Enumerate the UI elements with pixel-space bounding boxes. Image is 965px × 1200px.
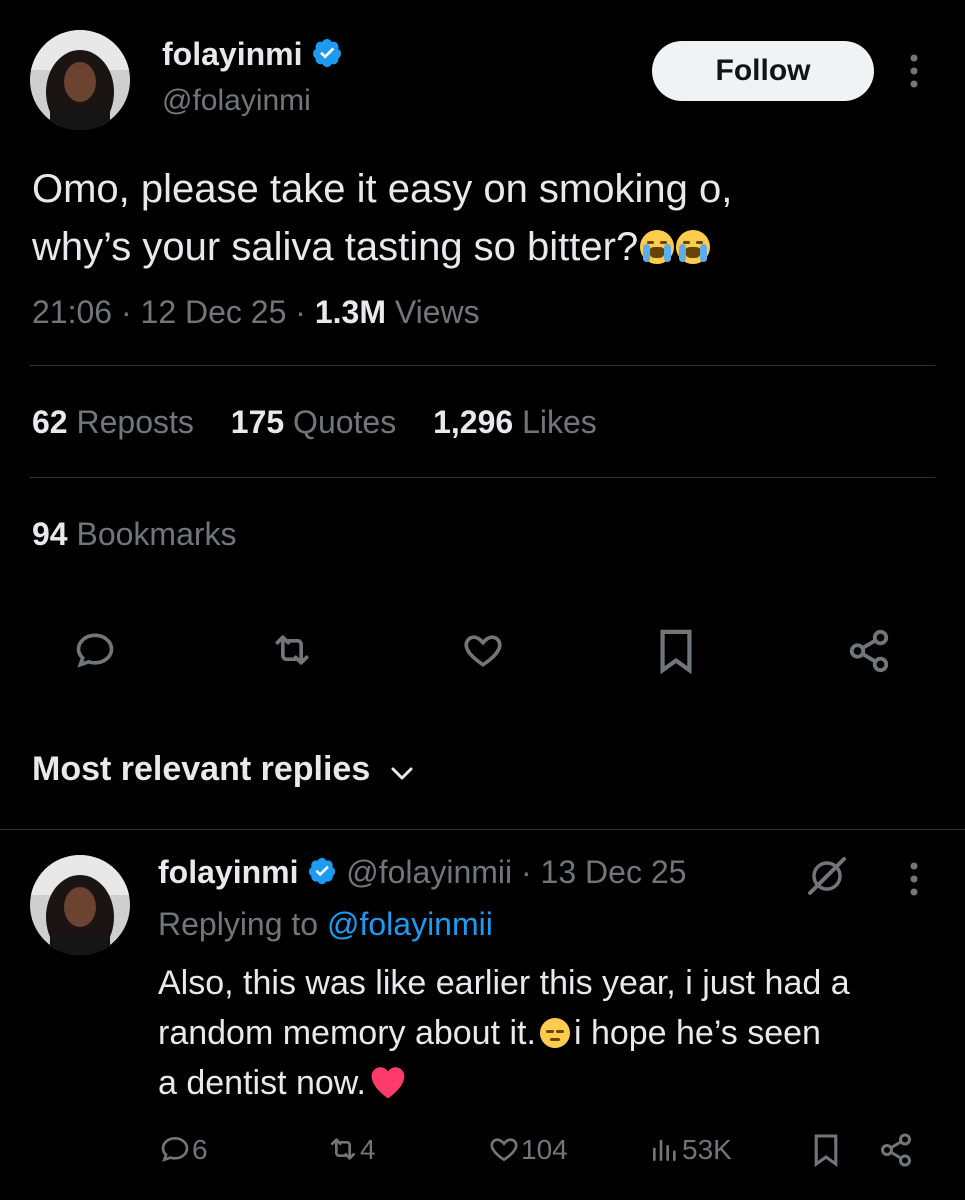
reply-author-avatar[interactable] (30, 855, 130, 955)
reply-text: Also, this was like earlier this year, i… (158, 958, 850, 1114)
bookmarks-label: Bookmarks (76, 516, 237, 552)
reply-author-name[interactable]: folayinmi (158, 854, 298, 890)
views-icon (648, 1133, 682, 1172)
reply-text-line: i hope he’s seen (573, 1014, 821, 1052)
likes-count: 1,296 (433, 404, 514, 440)
reply-text-line: Also, this was like earlier this year, i… (158, 964, 850, 1002)
like-icon (487, 1133, 521, 1172)
tweet-meta: 21:06 · 12 Dec 25 · 1.3M Views (32, 294, 480, 330)
tweet-date[interactable]: 12 Dec 25 (141, 294, 287, 330)
author-avatar[interactable] (30, 30, 130, 130)
reply-repost-button[interactable]: 4 (326, 1133, 376, 1172)
reposts-count: 62 (32, 404, 68, 440)
repost-icon (326, 1133, 360, 1172)
tweet-time[interactable]: 21:06 (32, 294, 112, 330)
verified-badge-icon (311, 37, 343, 77)
share-icon[interactable] (878, 1132, 914, 1168)
reply-date[interactable]: 13 Dec 25 (541, 854, 687, 890)
reply-icon (158, 1133, 192, 1172)
more-options-icon[interactable] (900, 52, 928, 90)
reply-like-button[interactable]: 104 (487, 1133, 568, 1172)
engagement-stats: 62 Reposts 175 Quotes 1,296 Likes (32, 404, 597, 441)
quotes-stat[interactable]: 175 Quotes (231, 404, 396, 440)
red-heart-icon (368, 1064, 408, 1114)
tweet-text: Omo, please take it easy on smoking o, w… (32, 160, 732, 276)
share-icon[interactable] (846, 628, 892, 674)
grok-icon[interactable] (804, 856, 850, 896)
quotes-label: Quotes (293, 404, 397, 440)
replying-to: Replying to @folayinmii (158, 906, 493, 943)
chevron-down-icon (390, 752, 414, 791)
replies-sort-dropdown[interactable]: Most relevant replies (32, 750, 414, 791)
reposts-label: Reposts (76, 404, 194, 440)
pensive-face-icon (539, 1018, 570, 1048)
repost-icon[interactable] (268, 628, 316, 672)
reply-author-handle[interactable]: @folayinmii (346, 854, 512, 890)
likes-label: Likes (522, 404, 597, 440)
reply-header: folayinmi @folayinmii · 13 Dec 25 (158, 854, 686, 894)
replying-handle-link[interactable]: @folayinmii (327, 906, 493, 942)
reposts-stat[interactable]: 62 Reposts (32, 404, 194, 440)
reply-count: 6 (192, 1134, 208, 1165)
verified-badge-icon (307, 856, 337, 894)
loudly-crying-face-icon (676, 230, 711, 264)
bookmark-icon[interactable] (812, 1132, 840, 1168)
views-label: Views (394, 294, 480, 330)
divider (30, 477, 935, 478)
author-name[interactable]: folayinmi (162, 36, 302, 72)
repost-count: 4 (360, 1134, 376, 1165)
reply-icon[interactable] (72, 628, 118, 672)
like-icon[interactable] (459, 628, 507, 672)
tweet-text-line: why’s your saliva tasting so bitter? (32, 225, 639, 269)
reply-text-line: random memory about it. (158, 1014, 536, 1052)
like-count: 104 (521, 1134, 568, 1165)
replies-sort-label: Most relevant replies (32, 750, 371, 788)
tweet-text-line: Omo, please take it easy on smoking o, (32, 167, 733, 211)
bookmarks-stat[interactable]: 94 Bookmarks (32, 516, 237, 553)
likes-stat[interactable]: 1,296 Likes (433, 404, 597, 440)
reply-reply-button[interactable]: 6 (158, 1133, 208, 1172)
view-count: 53K (682, 1134, 732, 1165)
divider (30, 365, 935, 366)
author-handle[interactable]: @folayinmi (162, 84, 311, 118)
bookmark-icon[interactable] (655, 628, 697, 674)
divider (0, 829, 965, 830)
quotes-count: 175 (230, 404, 285, 440)
replying-prefix: Replying to (158, 906, 319, 942)
follow-button[interactable]: Follow (652, 41, 874, 101)
views-count: 1.3M (314, 294, 386, 330)
more-options-icon[interactable] (900, 860, 928, 898)
reply-views-button[interactable]: 53K (648, 1133, 732, 1172)
reply-text-line: a dentist now. (158, 1064, 366, 1102)
bookmarks-count: 94 (32, 516, 68, 552)
loudly-crying-face-icon (640, 230, 675, 264)
